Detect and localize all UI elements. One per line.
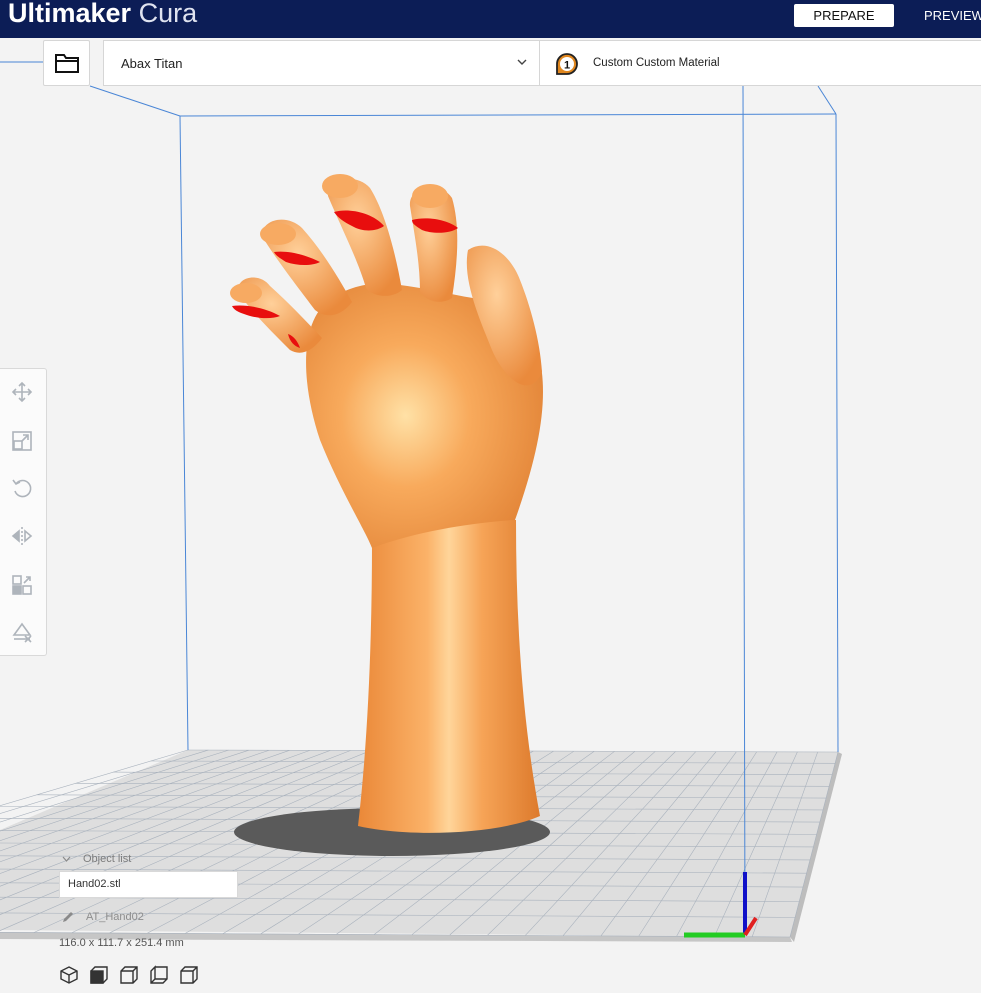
- printer-selector[interactable]: Abax Titan: [103, 40, 539, 86]
- mirror-icon: [11, 527, 33, 545]
- top-view-icon: [120, 966, 138, 984]
- extruder-number: 1: [564, 60, 570, 72]
- material-name: Custom Custom Material: [593, 57, 720, 69]
- rotate-tool-button[interactable]: [10, 476, 34, 500]
- pencil-icon: [63, 912, 73, 922]
- header-bar: Ultimaker Cura PREPARE PREVIEW: [0, 0, 981, 38]
- tool-panel: [0, 368, 47, 656]
- rotate-icon: [12, 479, 32, 498]
- chevron-down-icon: [517, 59, 527, 65]
- chevron-down-icon: [62, 856, 71, 862]
- mirror-tool-button[interactable]: [10, 524, 34, 548]
- scale-icon: [12, 431, 32, 451]
- move-tool-button[interactable]: [10, 380, 34, 404]
- brand-bold: Ultimaker: [8, 0, 132, 28]
- object-name-row[interactable]: AT_Hand02: [62, 911, 144, 923]
- object-list-toggle[interactable]: Object list: [62, 853, 131, 865]
- support-blocker-tool-button[interactable]: [10, 620, 34, 644]
- object-name: AT_Hand02: [86, 911, 144, 923]
- stage-prepare-tab[interactable]: PREPARE: [794, 4, 894, 27]
- 3d-view-icon: [60, 966, 78, 984]
- per-model-settings-tool-button[interactable]: [10, 573, 34, 597]
- right-view-icon: [180, 966, 198, 984]
- object-dimensions: 116.0 x 111.7 x 251.4 mm: [59, 937, 184, 949]
- stage-preview-tab[interactable]: PREVIEW: [924, 4, 981, 27]
- extruder-icon: 1: [556, 53, 578, 75]
- support-blocker-icon: [12, 622, 32, 643]
- material-selector[interactable]: 1 Custom Custom Material: [539, 40, 981, 86]
- open-file-button[interactable]: [43, 40, 90, 86]
- folder-icon: [54, 54, 79, 73]
- printer-name: Abax Titan: [121, 56, 183, 71]
- view-top-button[interactable]: [119, 964, 139, 986]
- view-orientation-buttons: [59, 964, 199, 986]
- left-view-icon: [150, 965, 168, 984]
- scale-tool-button[interactable]: [10, 429, 34, 453]
- view-front-button[interactable]: [89, 964, 109, 986]
- per-model-settings-icon: [12, 575, 32, 595]
- front-view-icon: [90, 966, 108, 984]
- app-logo: Ultimaker Cura: [8, 0, 197, 29]
- view-left-button[interactable]: [149, 964, 169, 986]
- view-3d-button[interactable]: [59, 964, 79, 986]
- view-right-button[interactable]: [179, 964, 199, 986]
- move-icon: [11, 381, 33, 403]
- 3d-viewport[interactable]: [0, 38, 981, 993]
- object-list-item[interactable]: Hand02.stl: [59, 871, 238, 898]
- object-list-header: Object list: [83, 853, 132, 865]
- brand-light: Cura: [138, 0, 198, 28]
- hand-model[interactable]: [230, 174, 543, 833]
